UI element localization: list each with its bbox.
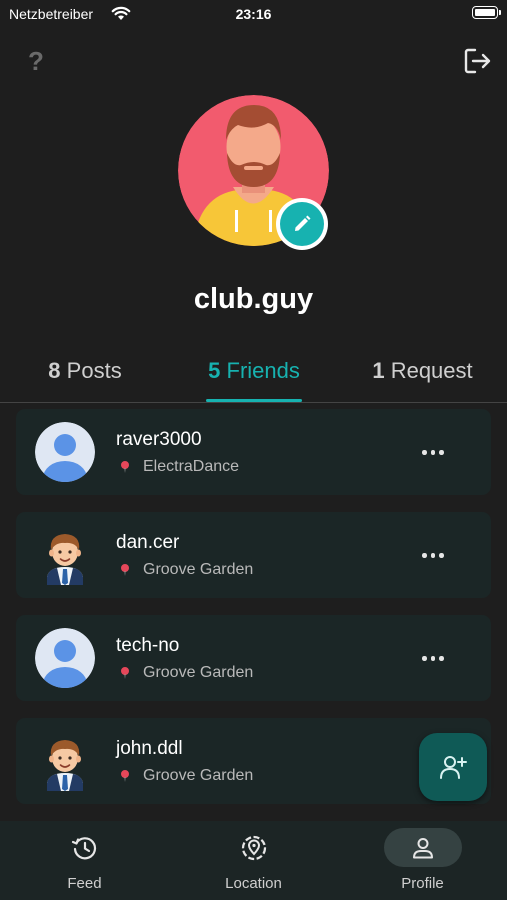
friend-card[interactable]: raver3000 ElectraDance bbox=[16, 409, 491, 495]
more-options-button[interactable] bbox=[419, 542, 447, 568]
location-pin-icon bbox=[121, 770, 129, 782]
edit-avatar-button[interactable] bbox=[276, 198, 328, 250]
status-bar: Netzbetreiber 23:16 bbox=[0, 0, 507, 28]
friend-card[interactable]: dan.cer Groove Garden bbox=[16, 512, 491, 598]
friend-location: ElectraDance bbox=[143, 458, 240, 475]
location-target-icon bbox=[241, 835, 266, 861]
default-user-icon bbox=[35, 422, 95, 482]
friend-location: Groove Garden bbox=[143, 664, 254, 681]
more-options-button[interactable] bbox=[419, 439, 447, 465]
help-button[interactable]: ? bbox=[22, 45, 50, 77]
nav-feed[interactable]: Feed bbox=[0, 821, 169, 900]
active-nav-indicator[interactable] bbox=[384, 828, 462, 867]
history-icon bbox=[71, 837, 96, 860]
tab-friends[interactable]: 5 Friends bbox=[170, 358, 338, 384]
location-pin-icon bbox=[121, 667, 129, 679]
location-pin-icon bbox=[121, 461, 129, 473]
clock: 23:16 bbox=[235, 6, 272, 22]
location-pin-icon bbox=[121, 564, 129, 576]
pencil-icon bbox=[295, 215, 311, 231]
logout-icon[interactable] bbox=[462, 45, 494, 77]
friend-name[interactable]: tech-no bbox=[116, 635, 179, 657]
profile-tabs: 8 Posts 5 Friends 1 Request bbox=[0, 352, 507, 403]
nav-label: Location bbox=[225, 875, 282, 892]
person-icon bbox=[413, 838, 433, 859]
friend-card[interactable]: tech-no Groove Garden bbox=[16, 615, 491, 701]
battery-icon bbox=[472, 6, 501, 19]
friend-location: Groove Garden bbox=[143, 561, 254, 578]
friend-name[interactable]: raver3000 bbox=[116, 429, 202, 451]
tab-requests[interactable]: 1 Request bbox=[338, 358, 507, 384]
cartoon-man-icon bbox=[47, 534, 83, 585]
more-options-button[interactable] bbox=[419, 645, 447, 671]
cartoon-man-icon bbox=[47, 740, 83, 791]
friend-name[interactable]: dan.cer bbox=[116, 532, 179, 554]
question-mark-icon: ? bbox=[28, 46, 44, 76]
nav-label: Profile bbox=[401, 875, 444, 892]
add-person-icon bbox=[440, 756, 467, 779]
username: club.guy bbox=[193, 283, 314, 315]
default-user-icon bbox=[35, 628, 95, 688]
nav-location[interactable]: Location bbox=[169, 821, 338, 900]
nav-label: Feed bbox=[67, 875, 102, 892]
active-tab-indicator bbox=[206, 399, 302, 402]
friend-name[interactable]: john.ddl bbox=[116, 738, 183, 760]
add-friend-button[interactable] bbox=[419, 733, 487, 801]
tab-posts[interactable]: 8 Posts bbox=[0, 358, 170, 384]
friend-location: Groove Garden bbox=[143, 767, 254, 784]
